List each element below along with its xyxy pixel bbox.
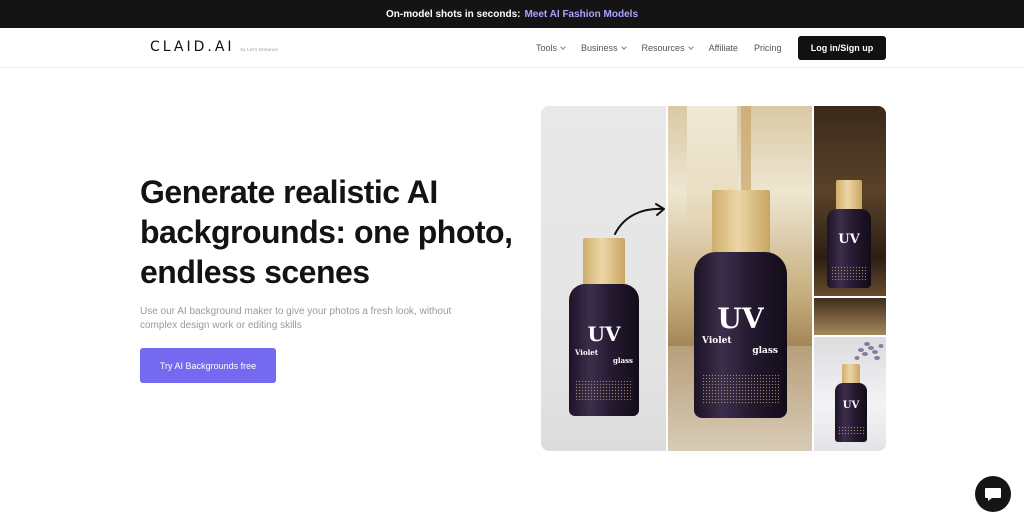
product-bottle-thumb-2: UV [835, 364, 867, 442]
announcement-bar: On-model shots in seconds: Meet AI Fashi… [0, 0, 1024, 28]
nav-item-tools[interactable]: Tools [536, 43, 566, 53]
announcement-text: On-model shots in seconds: [386, 8, 521, 20]
top-nav: CLAID.AI by Let's Enhance Tools Business… [0, 28, 1024, 68]
product-bottle-generated: UV Violet glass [694, 190, 787, 418]
nav-item-label: Tools [536, 43, 558, 53]
try-ai-backgrounds-button[interactable]: Try AI Backgrounds free [140, 348, 276, 383]
nav-item-affiliate[interactable]: Affiliate [709, 43, 738, 53]
logo-text: CLAID.AI [150, 39, 235, 55]
chevron-down-icon [620, 44, 627, 50]
hero-image: UV Violet glass UV Violet glass UV UV [541, 106, 886, 451]
chat-bubble-icon [985, 488, 1001, 501]
nav-item-label: Resources [641, 43, 685, 53]
chevron-down-icon [687, 44, 694, 50]
nav-item-label: Pricing [753, 43, 782, 53]
nav-item-label: Affiliate [708, 43, 738, 53]
hero-title: Generate realistic AI backgrounds: one p… [140, 174, 513, 290]
product-bottle-thumb-1: UV [827, 180, 871, 288]
login-signup-button[interactable]: Log in/Sign up [798, 36, 886, 60]
announcement-link[interactable]: Meet AI Fashion Models [524, 9, 638, 20]
product-bottle-original: UV Violet glass [569, 238, 639, 416]
hero-subtitle: Use our AI background maker to give your… [140, 306, 452, 331]
nav-item-resources[interactable]: Resources [641, 43, 694, 53]
curved-arrow-icon [614, 203, 665, 235]
nav-item-business[interactable]: Business [581, 43, 627, 53]
nav-item-pricing[interactable]: Pricing [754, 43, 782, 53]
logo[interactable]: CLAID.AI by Let's Enhance [150, 39, 278, 55]
logo-subtext: by Let's Enhance [240, 47, 279, 52]
nav-links: Tools Business Resources Affiliate Prici… [536, 28, 781, 68]
nav-item-label: Business [581, 43, 618, 53]
chevron-down-icon [560, 44, 566, 50]
chat-button[interactable] [975, 476, 1011, 512]
